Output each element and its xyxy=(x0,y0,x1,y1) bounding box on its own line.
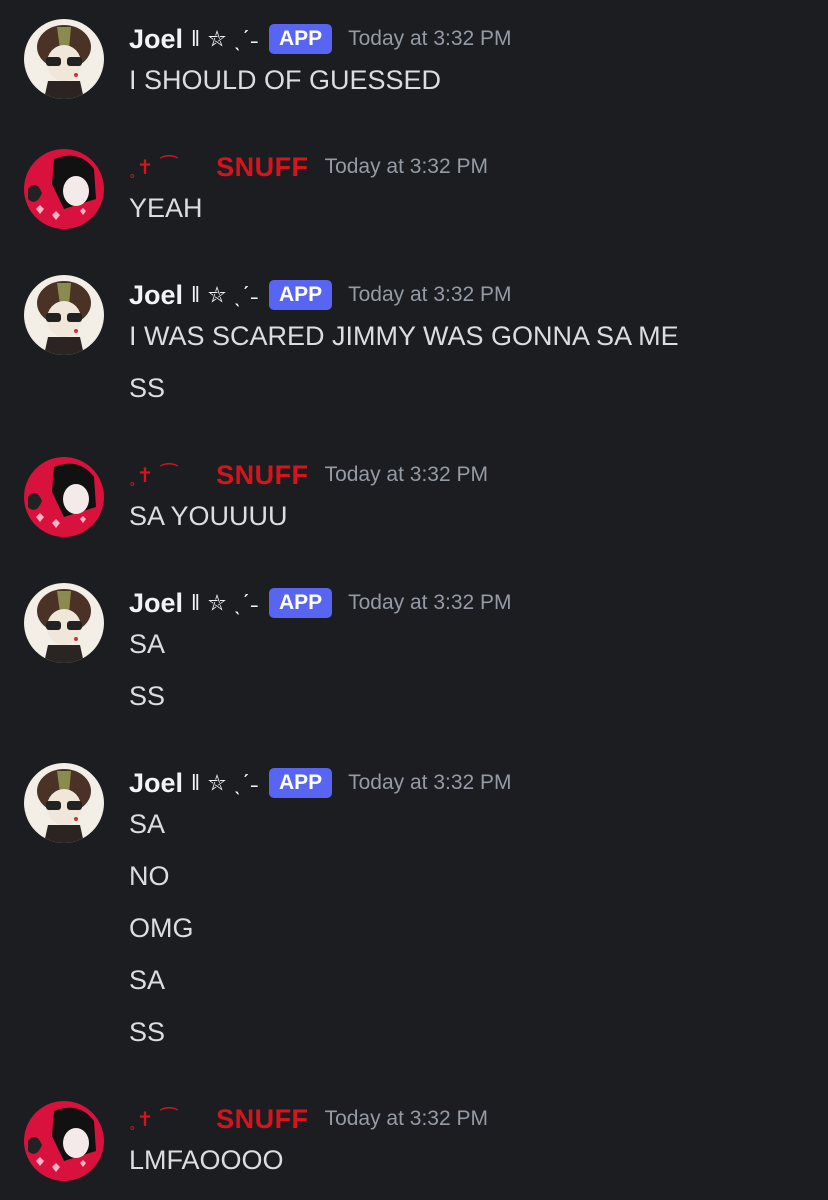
timestamp: Today at 3:32 PM xyxy=(324,1107,488,1130)
username[interactable]: Joel xyxy=(129,280,183,311)
app-badge: APP xyxy=(268,768,333,798)
username[interactable]: SNUFF xyxy=(216,460,309,491)
avatar-snuff[interactable] xyxy=(24,149,104,229)
username[interactable]: Joel xyxy=(129,768,183,799)
message-text: SA xyxy=(129,965,166,995)
app-badge: APP xyxy=(268,24,333,54)
message-text: I SHOULD OF GUESSED xyxy=(129,65,442,95)
message-text: LMFAOOOO xyxy=(129,1145,284,1175)
timestamp: Today at 3:32 PM xyxy=(348,771,512,794)
username-decoration: ‖ ⛥ ˎˊ˗ xyxy=(191,770,259,795)
message-text: SA YOUUUU xyxy=(129,501,288,531)
message-text: I WAS SCARED JIMMY WAS GONNA SA ME xyxy=(129,321,679,351)
timestamp: Today at 3:32 PM xyxy=(324,155,488,178)
username[interactable]: Joel xyxy=(129,588,183,619)
avatar-snuff[interactable] xyxy=(24,1101,104,1181)
username-decoration: ˳✝︎ ⁀ xyxy=(129,464,179,487)
username-decoration: ˳✝︎ ⁀ xyxy=(129,156,179,179)
username[interactable]: SNUFF xyxy=(216,152,309,183)
message-text: SA xyxy=(129,809,166,839)
avatar-joel[interactable] xyxy=(24,583,104,663)
username-decoration: ‖ ⛥ ˎˊ˗ xyxy=(191,282,259,307)
message-text: SS xyxy=(129,1017,166,1047)
avatar-snuff[interactable] xyxy=(24,457,104,537)
username-decoration: ‖ ⛥ ˎˊ˗ xyxy=(191,590,259,615)
message-text: SS xyxy=(129,681,166,711)
app-badge: APP xyxy=(268,588,333,618)
timestamp: Today at 3:32 PM xyxy=(348,283,512,306)
username[interactable]: Joel xyxy=(129,24,183,55)
avatar-joel[interactable] xyxy=(24,763,104,843)
username-decoration: ‖ ⛥ ˎˊ˗ xyxy=(191,26,259,51)
avatar-joel[interactable] xyxy=(24,275,104,355)
message-text: OMG xyxy=(129,913,194,943)
timestamp: Today at 3:32 PM xyxy=(324,463,488,486)
app-badge: APP xyxy=(268,280,333,310)
message-text: NO xyxy=(129,861,170,891)
message-text: SS xyxy=(129,373,166,403)
username-decoration: ˳✝︎ ⁀ xyxy=(129,1108,179,1131)
username[interactable]: SNUFF xyxy=(216,1104,309,1135)
timestamp: Today at 3:32 PM xyxy=(348,27,512,50)
message-text: YEAH xyxy=(129,193,203,223)
timestamp: Today at 3:32 PM xyxy=(348,591,512,614)
avatar-joel[interactable] xyxy=(24,19,104,99)
message-text: SA xyxy=(129,629,166,659)
